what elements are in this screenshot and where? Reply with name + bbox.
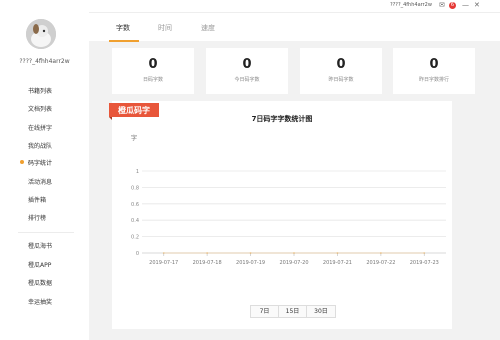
x-tick-label: 2019-07-20 <box>279 260 308 266</box>
data-point <box>206 252 209 254</box>
sidebar-item-orange-app[interactable]: 橙瓜APP <box>28 260 51 269</box>
stat-value: 0 <box>148 57 158 72</box>
y-tick-label: 0.8 <box>131 185 139 191</box>
stat-card-daily: 0 日码字数 <box>112 48 194 94</box>
stat-value: 0 <box>429 57 439 72</box>
tab-time[interactable]: 时间 <box>158 23 172 33</box>
y-tick-label: 1 <box>136 169 139 175</box>
sidebar-item-orange-sea-books[interactable]: 橙瓜海书 <box>28 241 52 250</box>
range-button-30d[interactable]: 30日 <box>307 306 335 317</box>
notification-badge[interactable]: 6 <box>449 2 456 9</box>
sidebar-item-online-typing[interactable]: 在线拼字 <box>28 123 52 132</box>
tab-bar: 字数 时间 速度 <box>89 12 500 42</box>
sidebar-item-orange-data[interactable]: 橙瓜数据 <box>28 278 52 287</box>
stat-label: 昨日码字数 <box>328 77 354 83</box>
x-tick-label: 2019-07-21 <box>323 260 352 266</box>
stat-value: 0 <box>242 57 252 72</box>
range-button-15d[interactable]: 15日 <box>279 306 307 317</box>
stat-label: 今日码字数 <box>234 77 260 83</box>
y-tick-label: 0.6 <box>131 202 139 208</box>
x-tick-label: 2019-07-17 <box>149 260 178 266</box>
titlebar-username[interactable]: ????_4fhh4arr2w <box>390 2 432 8</box>
y-tick-label: 0 <box>136 251 139 257</box>
sidebar: ????_4fhh4arr2w 书籍列表 文档列表 在线拼字 我的战队 码字统计… <box>0 0 89 340</box>
stat-card-today: 0 今日码字数 <box>206 48 288 94</box>
sidebar-item-activity-messages[interactable]: 活动消息 <box>28 177 52 186</box>
chart-panel: 字 0 0.2 0.4 0.6 0.8 1 2019-07-17 2019-07-18 2019-… <box>109 101 452 329</box>
close-icon[interactable]: ✕ <box>474 1 480 9</box>
active-tab-underline <box>109 40 139 42</box>
tab-word-count[interactable]: 字数 <box>116 23 130 33</box>
active-indicator-icon <box>20 160 24 164</box>
title-bar: ????_4fhh4arr2w ✉ 6 — ✕ <box>89 0 500 12</box>
range-selector: 7日 15日 30日 <box>250 305 336 318</box>
sidebar-item-my-team[interactable]: 我的战队 <box>28 141 52 150</box>
data-point <box>162 252 165 254</box>
sidebar-item-leaderboard[interactable]: 排行榜 <box>28 213 46 222</box>
avatar-image-icon <box>26 19 56 49</box>
x-tick-label: 2019-07-19 <box>236 260 265 266</box>
x-tick-label: 2019-07-23 <box>410 260 439 266</box>
sidebar-item-books[interactable]: 书籍列表 <box>28 86 52 95</box>
sidebar-item-lucky-draw[interactable]: 幸运抽奖 <box>28 297 52 306</box>
tab-speed[interactable]: 速度 <box>201 23 215 33</box>
mail-icon[interactable]: ✉ <box>439 2 445 9</box>
sidebar-item-documents[interactable]: 文档列表 <box>28 104 52 113</box>
stat-label: 日码字数 <box>142 77 163 83</box>
x-tick-label: 2019-07-22 <box>366 260 395 266</box>
y-axis-label: 字 <box>131 134 137 142</box>
minimize-icon[interactable]: — <box>462 1 469 9</box>
sidebar-divider <box>18 232 74 233</box>
stat-label: 昨日字数排行 <box>418 77 449 83</box>
x-tick-label: 2019-07-18 <box>193 260 222 266</box>
data-point <box>293 252 295 254</box>
data-point <box>379 252 382 254</box>
data-point <box>249 252 252 254</box>
stat-value: 0 <box>336 57 346 72</box>
y-tick-label: 0.2 <box>131 235 139 241</box>
data-point <box>423 252 426 254</box>
stat-card-yesterday: 0 昨日码字数 <box>300 48 382 94</box>
sidebar-item-typing-stats[interactable]: 码字统计 <box>28 158 52 167</box>
y-tick-label: 0.4 <box>131 218 139 224</box>
chart: 字 0 0.2 0.4 0.6 0.8 1 2019-07-17 2019-07-18 2019-… <box>131 134 446 266</box>
range-button-7d[interactable]: 7日 <box>251 306 279 317</box>
chart-title: 7日码字字数统计图 <box>251 115 313 123</box>
data-point <box>336 252 339 254</box>
sidebar-item-plugins[interactable]: 插件箱 <box>28 195 46 204</box>
stat-card-yesterday-rank: 0 昨日字数排行 <box>393 48 475 94</box>
avatar[interactable] <box>26 19 56 49</box>
sidebar-username: ????_4fhh4arr2w <box>19 58 70 65</box>
